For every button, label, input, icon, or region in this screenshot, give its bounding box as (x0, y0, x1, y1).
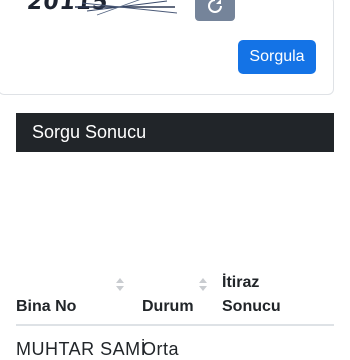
table-header-divider (16, 324, 334, 326)
query-form-card: 20115 Sorgula (0, 0, 334, 95)
column-header-sonucu[interactable]: Sonucu (222, 298, 281, 316)
column-header-durum[interactable]: Durum (142, 298, 194, 316)
refresh-icon (208, 0, 222, 13)
column-header-bina-no[interactable]: Bina No (16, 298, 76, 316)
captcha-refresh-button[interactable] (195, 0, 235, 21)
result-header: Sorgu Sonucu (16, 113, 334, 152)
column-header-itiraz[interactable]: İtiraz (222, 274, 259, 292)
submit-button[interactable]: Sorgula (238, 40, 316, 74)
sort-icon[interactable] (199, 278, 207, 291)
sort-icon[interactable] (116, 278, 124, 291)
captcha-image: 20115 (27, 0, 177, 19)
captcha-noise (75, 0, 177, 16)
